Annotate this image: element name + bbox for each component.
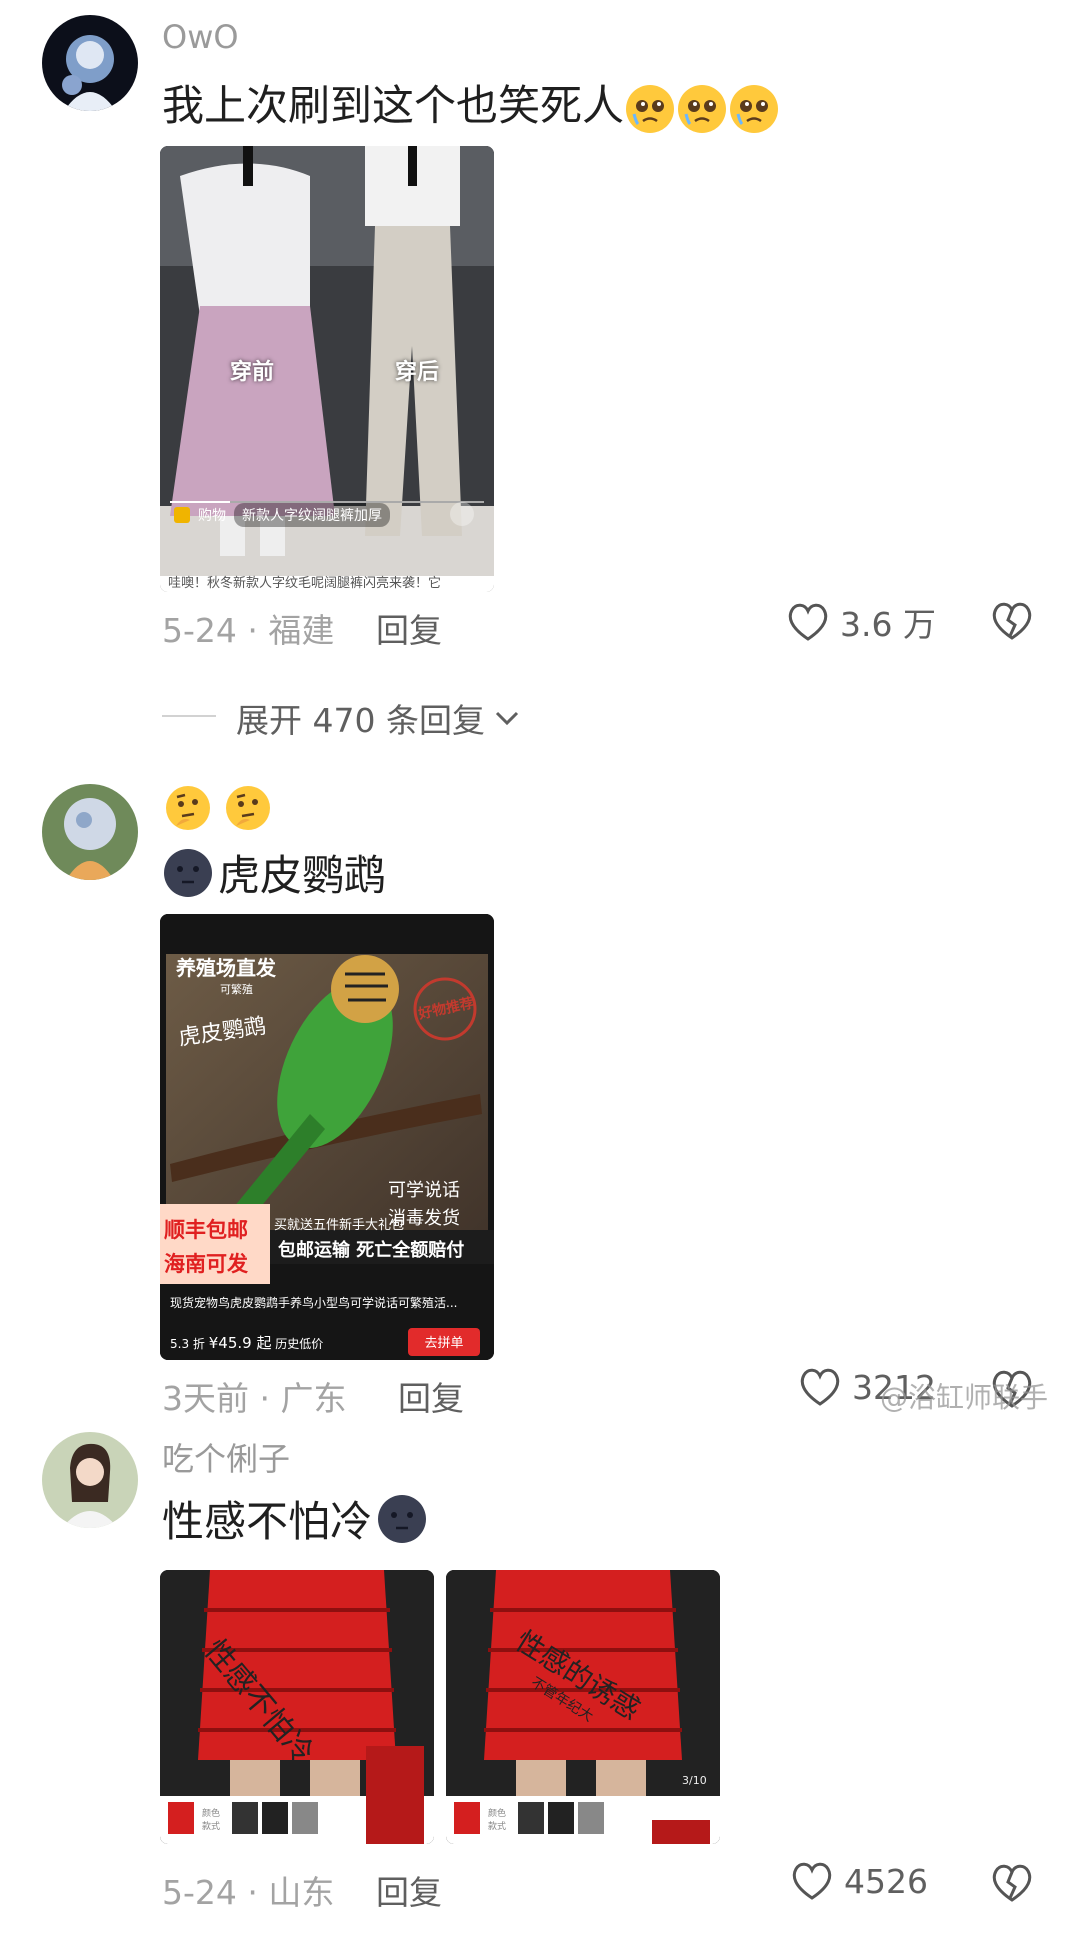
guarantee-text: 包邮运输 死亡全额赔付 <box>278 1240 465 1261</box>
comment-text: 性感不怕冷 <box>162 1488 428 1549</box>
like-count: 3.6 万 <box>840 605 936 644</box>
top-title: 养殖场直发 可繁殖 <box>176 952 276 997</box>
comment-text: 虎皮鹦鹉 <box>162 842 386 903</box>
dislike-button[interactable] <box>990 600 1034 646</box>
comment-date: 3天前 <box>162 1379 249 1418</box>
thinking-face-emoji <box>226 786 270 830</box>
label-before: 穿前 <box>230 360 275 385</box>
expand-replies-button[interactable]: 展开 470 条回复 <box>236 694 521 742</box>
comment-text-body: 性感不怕冷 <box>162 1497 373 1546</box>
badge-shipping: 顺丰包邮 <box>164 1218 248 1242</box>
reply-button[interactable]: 回复 <box>398 1372 464 1420</box>
shop-title: 新款人字纹阔腿裤加厚 <box>234 503 390 527</box>
shop-label: 购物 <box>198 508 226 524</box>
color-option-label: 颜色 款式 <box>488 1809 507 1832</box>
label-after: 穿后 <box>395 360 440 385</box>
feature-1: 可学说话 <box>388 1180 460 1201</box>
comment-meta: 3天前 · 广东 <box>162 1379 347 1418</box>
price-note: 历史低价 <box>275 1337 324 1351</box>
comment-date: 5-24 <box>162 611 237 650</box>
avatar-image <box>42 1432 138 1528</box>
pleading-face-emoji <box>624 81 780 133</box>
comment-location: 山东 <box>268 1873 335 1912</box>
color-option-label: 颜色 款式 <box>202 1809 221 1832</box>
badge-hainan: 海南可发 <box>164 1252 248 1276</box>
avatar[interactable] <box>42 784 138 880</box>
price: ¥45.9 起 <box>208 1334 272 1352</box>
like-count: 4526 <box>844 1861 928 1901</box>
like-button[interactable]: 4526 <box>790 1860 928 1902</box>
comment-text: 我上次刷到这个也笑死人 <box>162 72 780 135</box>
reply-button[interactable]: 回复 <box>376 604 442 652</box>
price-row: 5.3 折 ¥45.9 起 历史低价 <box>170 1332 323 1353</box>
watermark: @浴缸师联手 <box>880 1381 1049 1414</box>
dislike-button[interactable] <box>990 1862 1034 1908</box>
dark-moon-face-emoji <box>164 848 212 897</box>
comment-date: 5-24 <box>162 1873 237 1912</box>
reply-button[interactable]: 回复 <box>376 1866 442 1914</box>
broken-heart-icon <box>992 602 1032 640</box>
image-caption: 哇噢！秋冬新款人字纹毛呢阔腿裤闪亮来袭！它 <box>168 576 442 591</box>
comment-image[interactable]: 性感不怕冷 颜色 款式 <box>160 1570 434 1844</box>
chevron-down-icon <box>495 711 519 726</box>
avatar[interactable] <box>42 15 138 111</box>
thinking-face-emoji <box>166 786 210 830</box>
comment-location: 广东 <box>280 1379 347 1418</box>
comment-meta: 5-24 · 山东 <box>162 1873 335 1912</box>
heart-icon <box>788 603 828 641</box>
product-title: 现货宠物鸟虎皮鹦鹉手养鸟小型鸟可学说话可繁殖活... <box>170 1296 458 1310</box>
comment-image[interactable]: 性感的诱惑 不管年纪大 3/10 颜色 款式 <box>446 1570 720 1844</box>
expand-divider <box>162 715 216 717</box>
dark-moon-face-emoji <box>378 1494 427 1543</box>
comment-meta: 5-24 · 福建 <box>162 611 335 650</box>
speaker-icon[interactable] <box>450 502 474 526</box>
cart-icon <box>174 507 190 523</box>
discount: 5.3 折 <box>170 1337 205 1351</box>
broken-heart-icon <box>992 1864 1032 1902</box>
username[interactable]: 吃个俐子 <box>162 1434 290 1480</box>
like-button[interactable]: 3.6 万 <box>786 598 936 646</box>
comment-text-body: 我上次刷到这个也笑死人 <box>162 81 625 130</box>
comment-location: 福建 <box>268 611 335 650</box>
comment-image[interactable]: 养殖场直发 可繁殖 虎皮鹦鹉 好物推荐 可学说话 消毒发货 顺丰包邮 海南可发 … <box>160 914 494 1360</box>
thinking-emojis <box>162 782 274 834</box>
username[interactable]: OwO <box>162 18 239 56</box>
comment-text-body: 虎皮鹦鹉 <box>218 851 387 900</box>
heart-icon <box>800 1368 840 1406</box>
top-subtitle: 可繁殖 <box>220 983 253 996</box>
top-title-text: 养殖场直发 <box>176 956 276 980</box>
avatar[interactable] <box>42 1432 138 1528</box>
avatar-image <box>42 15 138 111</box>
avatar-image <box>42 784 138 880</box>
comment-image[interactable]: 穿前 穿后 购物 新款人字纹阔腿裤加厚 哇噢！秋冬新款人字纹毛呢阔腿裤闪亮来袭！… <box>160 146 494 592</box>
expand-replies-label: 展开 470 条回复 <box>236 701 485 740</box>
image-counter: 3/10 <box>682 1774 707 1787</box>
group-buy-button[interactable]: 去拼单 <box>408 1332 480 1351</box>
heart-icon <box>792 1862 832 1900</box>
gift-text: 买就送五件新手大礼包 <box>274 1218 405 1233</box>
shop-bar[interactable]: 购物 新款人字纹阔腿裤加厚 <box>174 502 390 528</box>
